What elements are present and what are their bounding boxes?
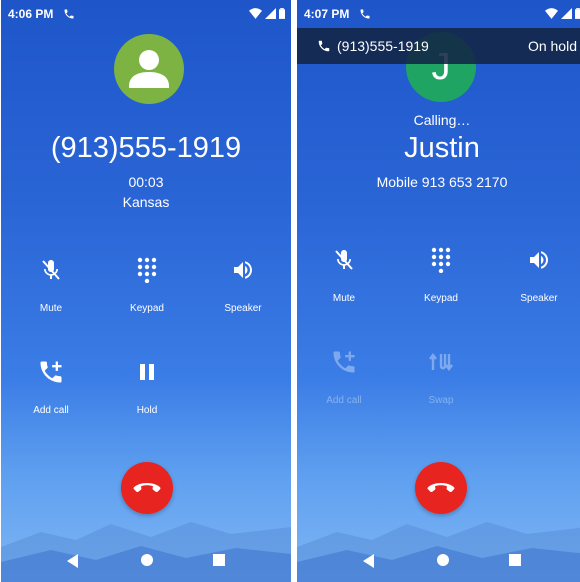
on-hold-banner[interactable]: (913)555-1919 On hold xyxy=(297,28,580,64)
keypad-label: Keypad xyxy=(130,303,164,314)
wifi-icon xyxy=(249,8,262,19)
signal-icon xyxy=(265,8,276,19)
keypad-button[interactable]: Keypad xyxy=(401,245,481,304)
recents-icon[interactable] xyxy=(509,554,521,566)
hold-button[interactable]: Hold xyxy=(107,357,187,416)
speaker-icon xyxy=(530,251,548,269)
mute-button[interactable]: Mute xyxy=(304,245,384,304)
call-state: Calling… xyxy=(413,112,471,128)
status-time: 4:06 PM xyxy=(8,7,54,21)
add-call-label: Add call xyxy=(326,395,362,406)
speaker-label: Speaker xyxy=(520,293,558,304)
swap-calls-icon xyxy=(429,353,453,371)
caller-name: Justin xyxy=(404,132,480,164)
speaker-label: Speaker xyxy=(224,303,262,314)
dialpad-icon xyxy=(137,257,157,283)
mute-label: Mute xyxy=(39,303,63,314)
swap-button[interactable]: Swap xyxy=(401,347,481,406)
mute-button[interactable]: Mute xyxy=(11,255,91,314)
person-icon xyxy=(129,50,169,88)
battery-icon xyxy=(575,8,580,19)
ongoing-call-icon xyxy=(64,9,74,19)
end-call-button[interactable] xyxy=(415,462,467,514)
call-end-icon xyxy=(133,483,161,493)
caller-number-label: Mobile 913 653 2170 xyxy=(376,174,508,190)
back-icon[interactable] xyxy=(67,554,78,568)
status-bar: 4:07 PM xyxy=(297,0,580,28)
home-icon[interactable] xyxy=(141,554,153,566)
keypad-label: Keypad xyxy=(424,293,458,304)
speaker-button[interactable]: Speaker xyxy=(203,255,283,314)
mute-label: Mute xyxy=(332,293,356,304)
held-call-number: (913)555-1919 xyxy=(337,38,429,54)
caller-number: (913)555-1919 xyxy=(50,132,242,164)
call-screen-outgoing: 4:07 PM J (913)555-1919 On hold Calling…… xyxy=(297,0,580,582)
battery-icon xyxy=(279,8,285,19)
call-timer: 00:03 xyxy=(128,174,164,190)
swap-label: Swap xyxy=(428,395,454,406)
add-call-icon xyxy=(40,361,62,383)
mic-off-icon xyxy=(42,260,60,280)
status-time: 4:07 PM xyxy=(304,7,350,21)
dialpad-icon xyxy=(431,247,451,273)
add-call-icon xyxy=(333,351,355,373)
caller-location: Kansas xyxy=(122,194,170,210)
recents-icon[interactable] xyxy=(213,554,225,566)
navigation-bar xyxy=(1,538,291,582)
speaker-icon xyxy=(234,261,252,279)
add-call-button[interactable]: Add call xyxy=(11,357,91,416)
status-bar: 4:06 PM xyxy=(1,0,291,28)
call-icon xyxy=(318,40,330,52)
signal-icon xyxy=(561,8,572,19)
ongoing-call-icon xyxy=(360,9,370,19)
call-end-icon xyxy=(427,483,455,493)
add-call-button[interactable]: Add call xyxy=(304,347,384,406)
wifi-icon xyxy=(545,8,558,19)
back-icon[interactable] xyxy=(363,554,374,568)
speaker-button[interactable]: Speaker xyxy=(499,245,579,304)
call-screen-active: 4:06 PM (913)555-1919 00:03 Kansas Mute … xyxy=(1,0,291,582)
mic-off-icon xyxy=(335,250,353,270)
home-icon[interactable] xyxy=(437,554,449,566)
end-call-button[interactable] xyxy=(121,462,173,514)
hold-label: Hold xyxy=(136,405,158,416)
keypad-button[interactable]: Keypad xyxy=(107,255,187,314)
add-call-label: Add call xyxy=(33,405,69,416)
contact-avatar xyxy=(114,34,184,104)
navigation-bar xyxy=(297,538,580,582)
held-call-state: On hold xyxy=(527,38,577,54)
pause-icon xyxy=(140,364,154,380)
